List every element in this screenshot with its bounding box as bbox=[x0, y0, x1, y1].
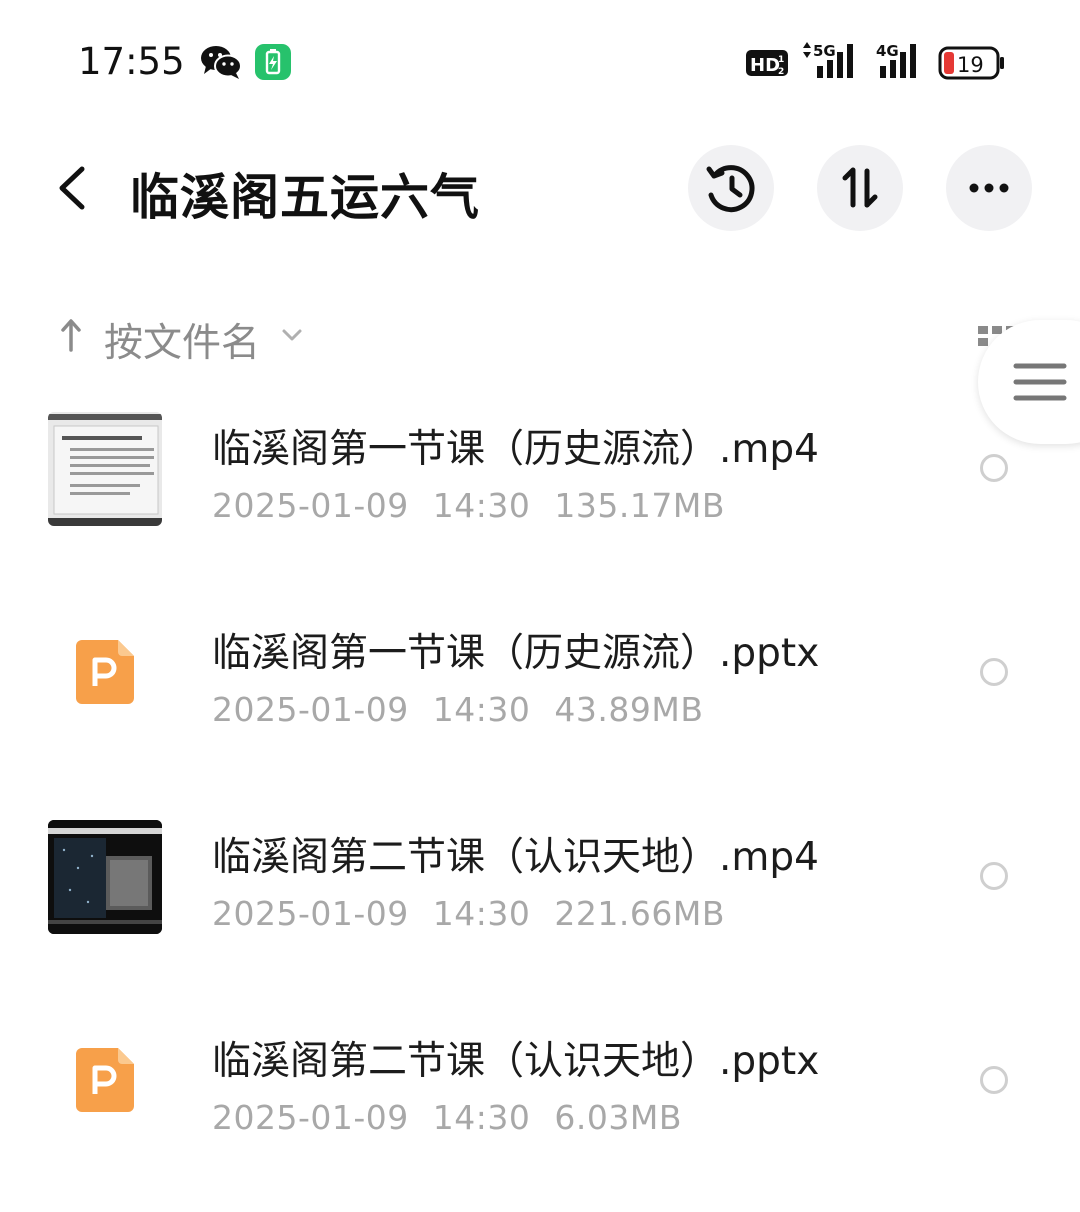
file-name: 临溪阁第二节课（认识天地）.mp4 bbox=[212, 835, 819, 880]
file-date: 2025-01-09 bbox=[212, 690, 409, 729]
network-5g-label: 5G bbox=[813, 42, 836, 60]
battery-level: 19 bbox=[957, 53, 984, 77]
file-time: 14:30 bbox=[432, 690, 531, 729]
sort-direction-icon[interactable] bbox=[58, 316, 84, 354]
file-time: 14:30 bbox=[432, 486, 531, 525]
select-radio[interactable] bbox=[980, 862, 1008, 890]
file-size: 43.89MB bbox=[554, 690, 704, 729]
select-radio[interactable] bbox=[980, 1066, 1008, 1094]
file-time: 14:30 bbox=[432, 1098, 531, 1137]
back-icon[interactable] bbox=[50, 163, 96, 213]
more-icon bbox=[969, 183, 1009, 193]
file-date: 2025-01-09 bbox=[212, 486, 409, 525]
file-time: 14:30 bbox=[432, 894, 531, 933]
file-name: 临溪阁第二节课（认识天地）.pptx bbox=[212, 1039, 820, 1084]
signal-5g-icon: 5G bbox=[803, 42, 853, 78]
status-time: 17:55 bbox=[78, 40, 185, 83]
sort-label: 按文件名 bbox=[104, 321, 261, 366]
video-thumbnail bbox=[48, 412, 162, 526]
hamburger-menu-icon bbox=[1013, 363, 1067, 401]
file-list-item[interactable]: 临溪阁第二节课（认识天地）.pptx 2025-01-09 14:30 6.03MB bbox=[0, 1012, 1080, 1212]
select-radio[interactable] bbox=[980, 454, 1008, 482]
sort-icon bbox=[842, 167, 878, 208]
file-date: 2025-01-09 bbox=[212, 1098, 409, 1137]
svg-text:1: 1 bbox=[778, 55, 784, 65]
history-icon bbox=[706, 165, 755, 213]
battery-icon: 19 bbox=[938, 46, 1004, 80]
file-meta: 2025-01-09 14:30 135.17MB bbox=[212, 486, 749, 525]
svg-text:2: 2 bbox=[778, 67, 784, 77]
sort-button[interactable] bbox=[817, 145, 903, 231]
file-date: 2025-01-09 bbox=[212, 894, 409, 933]
history-button[interactable] bbox=[688, 145, 774, 231]
file-size: 6.03MB bbox=[554, 1098, 682, 1137]
file-size: 135.17MB bbox=[554, 486, 725, 525]
file-meta: 2025-01-09 14:30 221.66MB bbox=[212, 894, 749, 933]
pptx-file-icon bbox=[76, 640, 134, 704]
file-meta: 2025-01-09 14:30 6.03MB bbox=[212, 1098, 706, 1137]
select-radio[interactable] bbox=[980, 658, 1008, 686]
file-size: 221.66MB bbox=[554, 894, 725, 933]
file-list-item[interactable]: 临溪阁第一节课（历史源流）.pptx 2025-01-09 14:30 43.89M… bbox=[0, 604, 1080, 804]
page-title: 临溪阁五运六气 bbox=[130, 169, 481, 226]
battery-saver-icon bbox=[255, 44, 291, 80]
file-list-item[interactable]: 临溪阁第一节课（历史源流）.mp4 2025-01-09 14:30 135.17M… bbox=[0, 400, 1080, 600]
wechat-icon bbox=[201, 46, 242, 79]
file-meta: 2025-01-09 14:30 43.89MB bbox=[212, 690, 727, 729]
status-bar: 17:55 HD 1 2 5G 4G 19 bbox=[0, 0, 1080, 120]
file-name: 临溪阁第一节课（历史源流）.pptx bbox=[212, 631, 820, 676]
chevron-down-icon bbox=[282, 329, 302, 341]
hd-icon: HD 1 2 bbox=[746, 50, 788, 77]
svg-text:HD: HD bbox=[750, 55, 780, 76]
signal-4g-icon: 4G bbox=[876, 42, 916, 78]
file-list-item[interactable]: 临溪阁第二节课（认识天地）.mp4 2025-01-09 14:30 221.66M… bbox=[0, 808, 1080, 1008]
video-thumbnail bbox=[48, 820, 162, 934]
pptx-file-icon bbox=[76, 1048, 134, 1112]
file-name: 临溪阁第一节课（历史源流）.mp4 bbox=[212, 427, 819, 472]
more-button[interactable] bbox=[946, 145, 1032, 231]
network-4g-label: 4G bbox=[876, 42, 899, 60]
